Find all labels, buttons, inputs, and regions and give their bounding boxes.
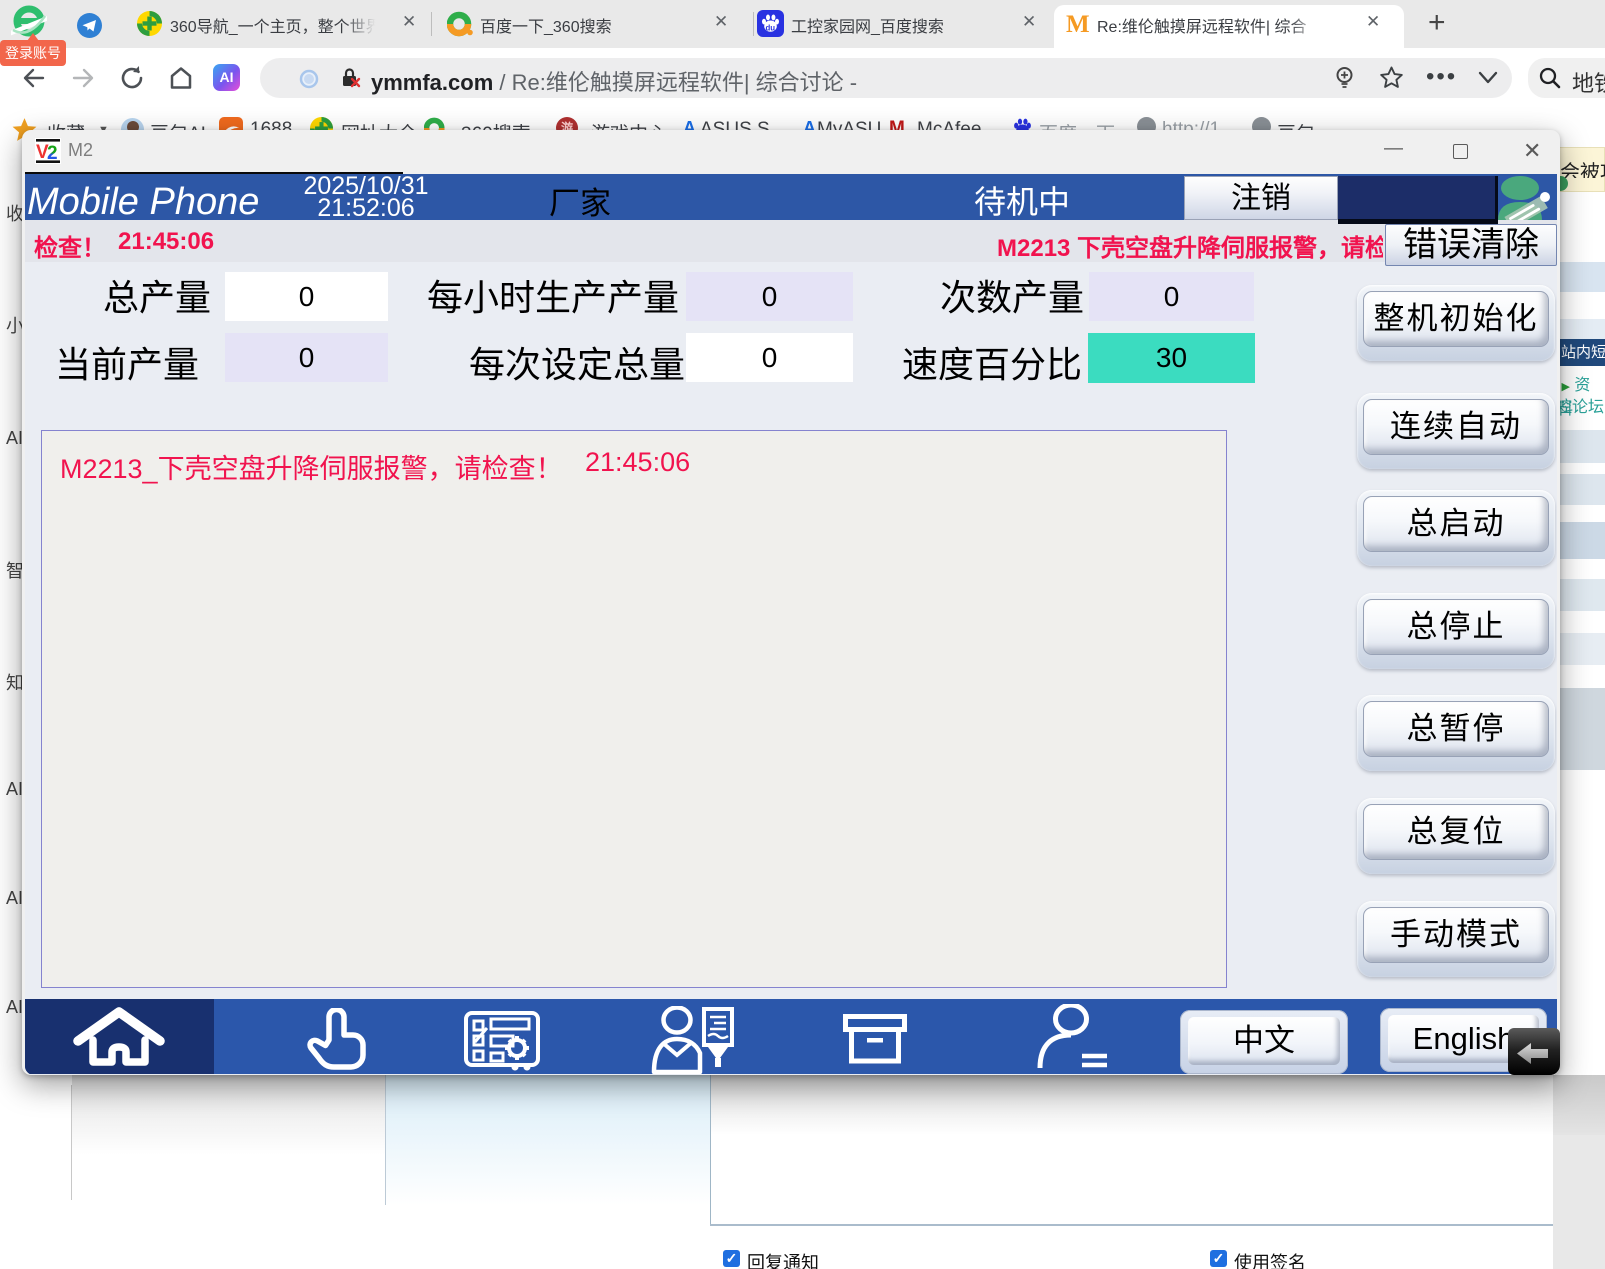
svg-text:2: 2 <box>47 143 58 164</box>
svg-text:du: du <box>765 23 775 32</box>
